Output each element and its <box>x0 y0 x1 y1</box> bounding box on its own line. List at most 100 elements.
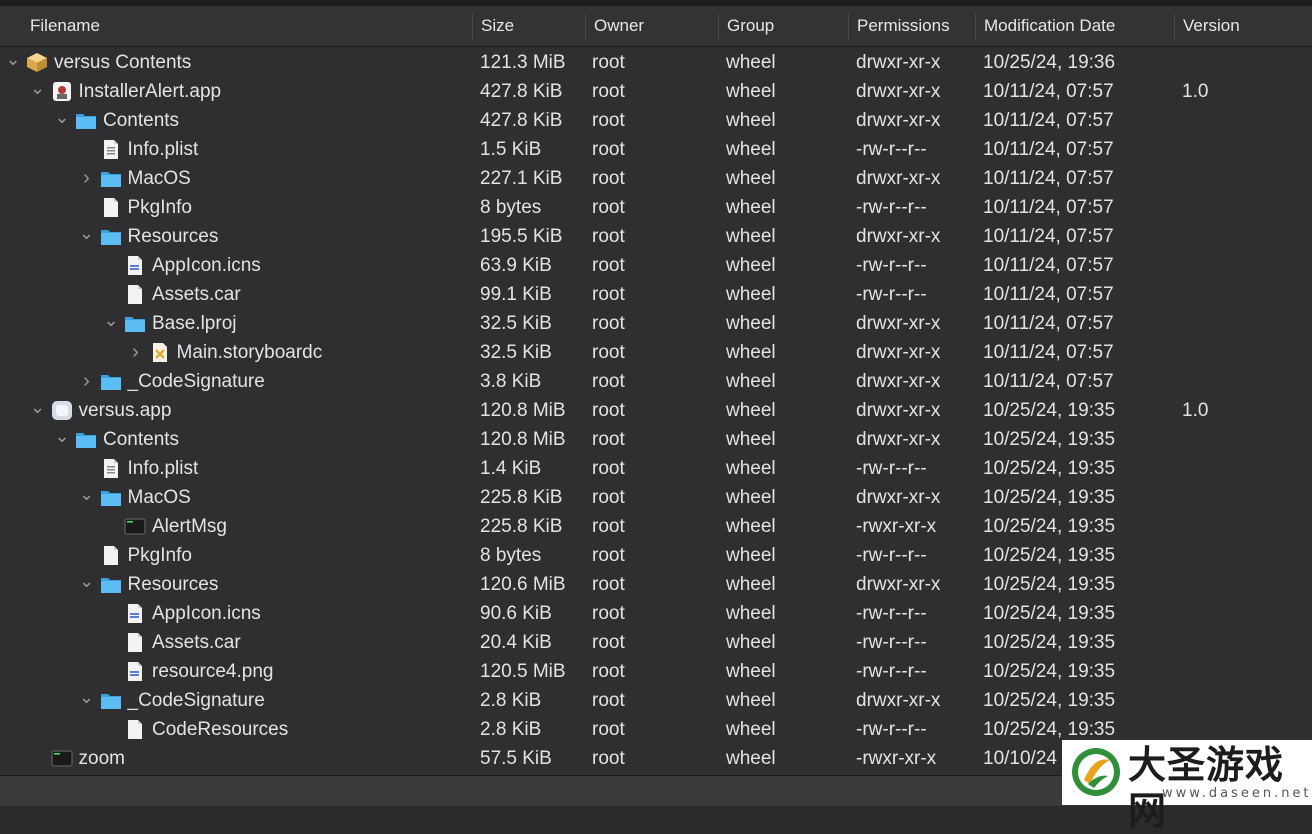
modification-date-cell: 10/11/24, 07:57 <box>983 110 1114 131</box>
permissions-cell: drwxr-xr-x <box>856 371 941 392</box>
chevron-down-icon[interactable]: ⌄ <box>53 106 71 135</box>
chevron-right-icon[interactable]: › <box>78 164 96 193</box>
owner-cell: root <box>592 284 625 305</box>
chevron-down-icon[interactable]: ⌄ <box>29 77 47 106</box>
group-cell: wheel <box>726 661 776 682</box>
column-divider[interactable] <box>472 14 473 40</box>
table-row[interactable]: ⌄ Resources 120.6 MiB root wheel drwxr-xr-x 10… <box>0 570 1312 599</box>
table-row[interactable]: ⌄ InstallerAlert.app 427.8 KiB root wheel drw… <box>0 77 1312 106</box>
table-row[interactable]: ⌄ MacOS 225.8 KiB root wheel drwxr-xr-x 10/25/… <box>0 483 1312 512</box>
table-row[interactable]: PkgInfo 8 bytes root wheel -rw-r--r-- 10/11/2… <box>0 193 1312 222</box>
column-divider[interactable] <box>718 14 719 40</box>
table-row[interactable]: AppIcon.icns 63.9 KiB root wheel -rw-r--r-- 1… <box>0 251 1312 280</box>
size-cell: 120.8 MiB <box>480 429 566 450</box>
table-row[interactable]: › MacOS 227.1 KiB root wheel drwxr-xr-x 10/11/… <box>0 164 1312 193</box>
table-row[interactable]: ⌄ versus Contents 121.3 MiB root wheel drwxr-… <box>0 48 1312 77</box>
table-row[interactable]: PkgInfo 8 bytes root wheel -rw-r--r-- 10/25/2… <box>0 541 1312 570</box>
filename-cell: Assets.car <box>152 284 241 305</box>
plist-icon <box>100 458 122 479</box>
table-row[interactable]: Info.plist 1.5 KiB root wheel -rw-r--r-- 10/1… <box>0 135 1312 164</box>
size-cell: 427.8 KiB <box>480 110 563 131</box>
owner-cell: root <box>592 719 625 740</box>
permissions-cell: drwxr-xr-x <box>856 400 941 421</box>
table-row[interactable]: › _CodeSignature 3.8 KiB root wheel drwxr-xr-… <box>0 367 1312 396</box>
modification-date-cell: 10/11/24, 07:57 <box>983 197 1114 218</box>
group-cell: wheel <box>726 719 776 740</box>
group-cell: wheel <box>726 139 776 160</box>
column-divider[interactable] <box>1174 14 1175 40</box>
table-row[interactable]: ⌄ Base.lproj 32.5 KiB root wheel drwxr-xr-x 10… <box>0 309 1312 338</box>
table-row[interactable]: resource4.png 120.5 MiB root wheel -rw-r--r-… <box>0 657 1312 686</box>
filename-cell: Resources <box>127 574 219 595</box>
table-row[interactable]: Info.plist 1.4 KiB root wheel -rw-r--r-- 10/2… <box>0 454 1312 483</box>
permissions-cell: -rw-r--r-- <box>856 255 927 276</box>
filename-cell: _CodeSignature <box>127 690 265 711</box>
column-permissions[interactable]: Permissions <box>857 6 950 46</box>
column-filename[interactable]: Filename <box>30 6 100 46</box>
chevron-down-icon[interactable]: ⌄ <box>53 425 71 454</box>
filename-cell: Contents <box>103 110 180 131</box>
modification-date-cell: 10/11/24, 07:57 <box>983 226 1114 247</box>
chevron-down-icon[interactable]: ⌄ <box>102 309 120 338</box>
size-cell: 99.1 KiB <box>480 284 552 305</box>
size-cell: 120.5 MiB <box>480 661 566 682</box>
table-row[interactable]: ⌄ versus.app 120.8 MiB root wheel drwxr-xr-x 1… <box>0 396 1312 425</box>
permissions-cell: -rw-r--r-- <box>856 632 927 653</box>
chevron-down-icon[interactable]: ⌄ <box>78 483 96 512</box>
filename-cell: Info.plist <box>127 458 199 479</box>
filename-cell: AppIcon.icns <box>152 255 261 276</box>
column-owner[interactable]: Owner <box>594 6 644 46</box>
column-divider[interactable] <box>848 14 849 40</box>
permissions-cell: drwxr-xr-x <box>856 52 941 73</box>
table-row[interactable]: ⌄ Contents 120.8 MiB root wheel drwxr-xr-x 10/… <box>0 425 1312 454</box>
group-cell: wheel <box>726 400 776 421</box>
table-row[interactable]: ⌄ Resources 195.5 KiB root wheel drwxr-xr-x 10… <box>0 222 1312 251</box>
column-modification-date[interactable]: Modification Date <box>984 6 1115 46</box>
size-cell: 225.8 KiB <box>480 516 563 537</box>
size-cell: 3.8 KiB <box>480 371 542 392</box>
table-row[interactable]: ⌄ Contents 427.8 KiB root wheel drwxr-xr-x 10/… <box>0 106 1312 135</box>
modification-date-cell: 10/11/24, 07:57 <box>983 81 1114 102</box>
modification-date-cell: 10/11/24, 07:57 <box>983 139 1114 160</box>
group-cell: wheel <box>726 516 776 537</box>
chevron-right-icon[interactable]: › <box>127 338 145 367</box>
size-cell: 121.3 MiB <box>480 52 566 73</box>
table-row[interactable]: Assets.car 99.1 KiB root wheel -rw-r--r-- 10/… <box>0 280 1312 309</box>
owner-cell: root <box>592 81 625 102</box>
owner-cell: root <box>592 313 625 334</box>
column-group[interactable]: Group <box>727 6 774 46</box>
table-row[interactable]: Assets.car 20.4 KiB root wheel -rw-r--r-- 10/… <box>0 628 1312 657</box>
owner-cell: root <box>592 603 625 624</box>
modification-date-cell: 10/11/24, 07:57 <box>983 255 1114 276</box>
group-cell: wheel <box>726 168 776 189</box>
folder-icon <box>75 110 97 131</box>
group-cell: wheel <box>726 52 776 73</box>
chevron-down-icon[interactable]: ⌄ <box>78 686 96 715</box>
column-divider[interactable] <box>585 14 586 40</box>
owner-cell: root <box>592 429 625 450</box>
permissions-cell: -rwxr-xr-x <box>856 748 937 769</box>
column-version[interactable]: Version <box>1183 6 1240 46</box>
column-size[interactable]: Size <box>481 6 514 46</box>
table-row[interactable]: › Main.storyboardc 32.5 KiB root wheel drwxr-… <box>0 338 1312 367</box>
size-cell: 57.5 KiB <box>480 748 552 769</box>
chevron-down-icon[interactable]: ⌄ <box>29 396 47 425</box>
table-row[interactable]: AppIcon.icns 90.6 KiB root wheel -rw-r--r-- 1… <box>0 599 1312 628</box>
filename-cell: MacOS <box>127 487 191 508</box>
size-cell: 32.5 KiB <box>480 313 552 334</box>
document-icon <box>100 545 122 566</box>
column-divider[interactable] <box>975 14 976 40</box>
table-row[interactable]: AlertMsg 225.8 KiB root wheel -rwxr-xr-x 10/2… <box>0 512 1312 541</box>
chevron-down-icon[interactable]: ⌄ <box>78 570 96 599</box>
permissions-cell: -rw-r--r-- <box>856 661 927 682</box>
chevron-down-icon[interactable]: ⌄ <box>4 48 22 77</box>
filename-cell: Info.plist <box>127 139 199 160</box>
chevron-down-icon[interactable]: ⌄ <box>78 222 96 251</box>
table-row[interactable]: ⌄ _CodeSignature 2.8 KiB root wheel drwxr-xr-… <box>0 686 1312 715</box>
size-cell: 120.8 MiB <box>480 400 566 421</box>
owner-cell: root <box>592 487 625 508</box>
permissions-cell: drwxr-xr-x <box>856 342 941 363</box>
permissions-cell: drwxr-xr-x <box>856 81 941 102</box>
filename-cell: Base.lproj <box>152 313 237 334</box>
chevron-right-icon[interactable]: › <box>78 367 96 396</box>
